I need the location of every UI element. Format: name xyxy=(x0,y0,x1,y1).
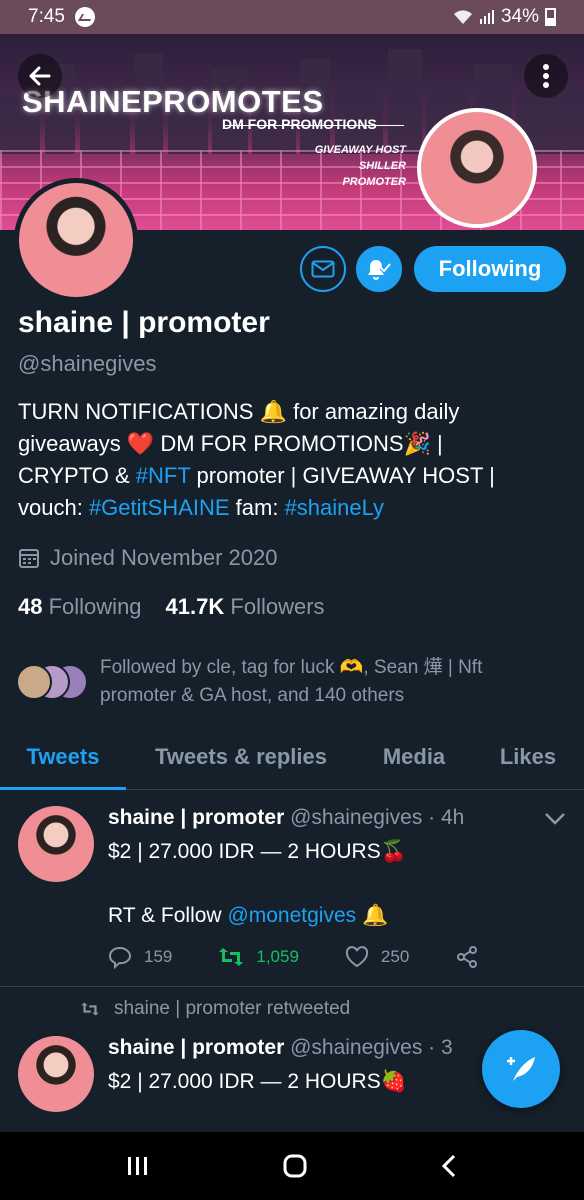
like-button[interactable]: 250 xyxy=(345,946,409,968)
bio-text: CRYPTO & xyxy=(18,463,136,488)
back-nav-icon[interactable] xyxy=(440,1153,458,1179)
bio-line: CRYPTO & #NFT promoter | GIVEAWAY HOST | xyxy=(18,460,566,492)
banner-portrait-image xyxy=(417,108,537,228)
banner-brand-text: SHAINEPROMOTES xyxy=(22,84,324,119)
more-options-button[interactable] xyxy=(524,54,568,98)
retweet-count: 1,059 xyxy=(256,947,299,966)
follow-counts: 48 Following 41.7K Followers xyxy=(18,594,325,620)
message-button[interactable] xyxy=(300,246,346,292)
system-navigation-bar xyxy=(0,1132,584,1200)
hashtag-link[interactable]: #GetitSHAINE xyxy=(89,495,230,520)
tweet-author-name: shaine | promoter xyxy=(108,806,285,829)
banner-tags: GIVEAWAY HOST SHILLER PROMOTER xyxy=(315,142,406,190)
status-right: 34% xyxy=(453,6,556,28)
status-bar: 7:45 34% xyxy=(0,0,584,34)
like-count: 250 xyxy=(380,947,410,966)
followers-count-link[interactable]: 41.7K Followers xyxy=(166,594,325,620)
calendar-icon xyxy=(19,549,39,568)
tab-likes[interactable]: Likes xyxy=(472,724,584,789)
heart-icon xyxy=(345,946,369,968)
retweet-button[interactable]: 1,059 xyxy=(218,946,299,968)
bio-text: promoter | GIVEAWAY HOST | xyxy=(190,463,495,488)
bio-text: fam: xyxy=(229,495,285,520)
retweeted-indicator: shaine | promoter retweeted xyxy=(80,998,350,1020)
tweet-header: shaine | promoter @shainegives · 4h xyxy=(108,806,464,830)
mutual-avatars xyxy=(16,664,90,704)
following-label: Following xyxy=(48,594,142,619)
tweet-line: RT & Follow @monetgives 🔔 xyxy=(108,900,407,932)
banner-tag: SHILLER xyxy=(358,160,406,172)
recent-apps-icon[interactable] xyxy=(126,1155,150,1177)
profile-handle: @shainegives xyxy=(18,351,157,376)
tweet-avatar[interactable] xyxy=(18,806,94,882)
following-button[interactable]: Following xyxy=(414,246,566,292)
followers-count: 41.7K xyxy=(165,594,225,619)
tweet-line: $2 | 27.000 IDR — 2 HOURS🍒 xyxy=(108,840,407,863)
mention-link[interactable]: @monetgives xyxy=(227,904,356,927)
following-count-link[interactable]: 48 Following xyxy=(18,594,142,620)
compose-feather-icon xyxy=(507,1057,535,1081)
retweeted-by-text: shaine | promoter retweeted xyxy=(114,998,351,1019)
hashtag-link[interactable]: #NFT xyxy=(136,463,191,488)
banner-tag: PROMOTER xyxy=(342,176,406,188)
tab-tweets-replies[interactable]: Tweets & replies xyxy=(126,724,356,789)
tweet-text: $2 | 27.000 IDR — 2 HOURS🍒 RT & Follow @… xyxy=(108,836,407,932)
notifications-button[interactable] xyxy=(356,246,402,292)
joined-text: Joined November 2020 xyxy=(50,545,278,570)
back-button[interactable] xyxy=(18,54,62,98)
followed-by[interactable]: Followed by cle, tag for luck 🫶, Sean 燁 … xyxy=(16,654,540,710)
chevron-down-icon[interactable] xyxy=(544,812,566,826)
bio-line: giveaways ❤️ DM FOR PROMOTIONS🎉 | xyxy=(18,431,443,456)
tab-tweets[interactable]: Tweets xyxy=(0,724,126,790)
home-icon[interactable] xyxy=(282,1153,308,1179)
bio-line: TURN NOTIFICATIONS 🔔 for amazing daily xyxy=(18,399,460,424)
tweet-text-part: RT & Follow xyxy=(108,904,228,927)
tweet-handle-time: @shainegives · 3 xyxy=(290,1036,453,1059)
tweet-header: shaine | promoter @shainegives · 3 xyxy=(108,1036,453,1060)
battery-percent: 34% xyxy=(500,6,539,27)
compose-tweet-button[interactable] xyxy=(482,1030,560,1108)
retweet-icon xyxy=(219,948,244,966)
profile-tabs: Tweets Tweets & replies Media Likes xyxy=(0,724,584,790)
status-time: 7:45 xyxy=(28,6,65,27)
signal-icon xyxy=(479,10,494,24)
profile-bio: TURN NOTIFICATIONS 🔔 for amazing daily g… xyxy=(18,396,566,524)
mail-icon xyxy=(311,260,335,278)
tweet-line: $2 | 27.000 IDR — 2 HOURS🍓 xyxy=(108,1070,407,1093)
followers-label: Followers xyxy=(230,594,325,619)
followed-by-text: Followed by cle, tag for luck 🫶, Sean 燁 … xyxy=(100,657,483,706)
profile-display-name: shaine | promoter xyxy=(18,306,270,339)
reply-count: 159 xyxy=(144,947,173,966)
reply-button[interactable]: 159 xyxy=(108,945,172,969)
arrow-left-icon xyxy=(29,66,51,86)
reply-icon xyxy=(108,946,132,969)
tweet-avatar[interactable] xyxy=(18,1036,94,1112)
tweet-divider xyxy=(0,986,584,987)
tweet-text: $2 | 27.000 IDR — 2 HOURS🍓 xyxy=(108,1066,407,1098)
bio-text: vouch: xyxy=(18,495,89,520)
tweet-actions: 159 1,059 250 xyxy=(108,945,525,969)
more-vertical-icon xyxy=(543,64,549,88)
tab-media[interactable]: Media xyxy=(356,724,472,789)
banner-tag: GIVEAWAY HOST xyxy=(314,144,406,156)
wifi-icon xyxy=(453,10,472,24)
hashtag-link[interactable]: #shaineLy xyxy=(285,495,384,520)
avatar xyxy=(16,664,52,700)
tweet-text-part: 🔔 xyxy=(356,904,389,927)
battery-icon xyxy=(545,8,556,26)
tweet-handle-time: @shainegives · 4h xyxy=(290,806,465,829)
share-button[interactable] xyxy=(455,945,479,969)
banner-divider xyxy=(224,125,404,126)
messenger-icon xyxy=(74,7,95,27)
joined-date: Joined November 2020 xyxy=(18,545,277,571)
banner-subtitle: DM FOR PROMOTIONS xyxy=(222,116,377,132)
tweet-author-name: shaine | promoter xyxy=(108,1036,285,1059)
following-count: 48 xyxy=(18,594,43,619)
retweet-icon xyxy=(81,1002,99,1016)
share-icon xyxy=(457,946,478,968)
bell-check-icon xyxy=(368,260,392,280)
bio-line: vouch: #GetitSHAINE fam: #shaineLy xyxy=(18,492,566,524)
profile-avatar[interactable] xyxy=(14,178,138,302)
